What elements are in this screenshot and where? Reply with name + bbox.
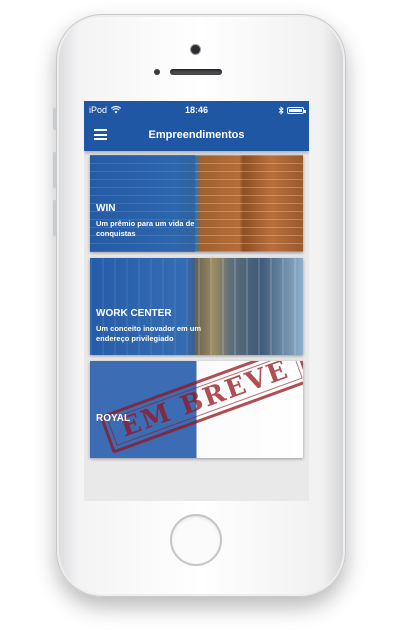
menu-icon[interactable] <box>94 129 107 140</box>
status-bar: iPod 18:46 <box>84 101 309 119</box>
battery-icon <box>287 106 306 114</box>
app-bar: Empreendimentos <box>84 119 309 151</box>
volume-down-button <box>53 200 57 236</box>
project-name: WORK CENTER <box>96 308 172 319</box>
project-list: WIN Um prêmio para um vida de conquistas… <box>84 151 309 458</box>
earpiece-speaker <box>170 69 222 75</box>
page-title: Empreendimentos <box>148 129 245 141</box>
project-card-work-center[interactable]: WORK CENTER Um conceito inovador em um e… <box>90 258 303 355</box>
front-camera <box>191 45 200 54</box>
project-card-win[interactable]: WIN Um prêmio para um vida de conquistas <box>90 155 303 252</box>
proximity-sensor <box>154 69 160 75</box>
project-name: ROYAL <box>96 413 131 424</box>
mute-switch <box>53 108 57 130</box>
project-description: Um conceito inovador em um endereço priv… <box>96 324 202 343</box>
project-name: WIN <box>96 203 116 214</box>
status-time: 18:46 <box>184 105 209 115</box>
app-screen: iPod 18:46 Empreendimentos WIN Um prêmio… <box>84 101 309 501</box>
project-description: Um prêmio para um vida de conquistas <box>96 219 195 238</box>
home-button[interactable] <box>170 514 222 566</box>
battery-level <box>289 108 302 112</box>
volume-up-button <box>53 152 57 188</box>
project-card-royal[interactable]: EM BREVE ROYAL <box>90 361 303 458</box>
